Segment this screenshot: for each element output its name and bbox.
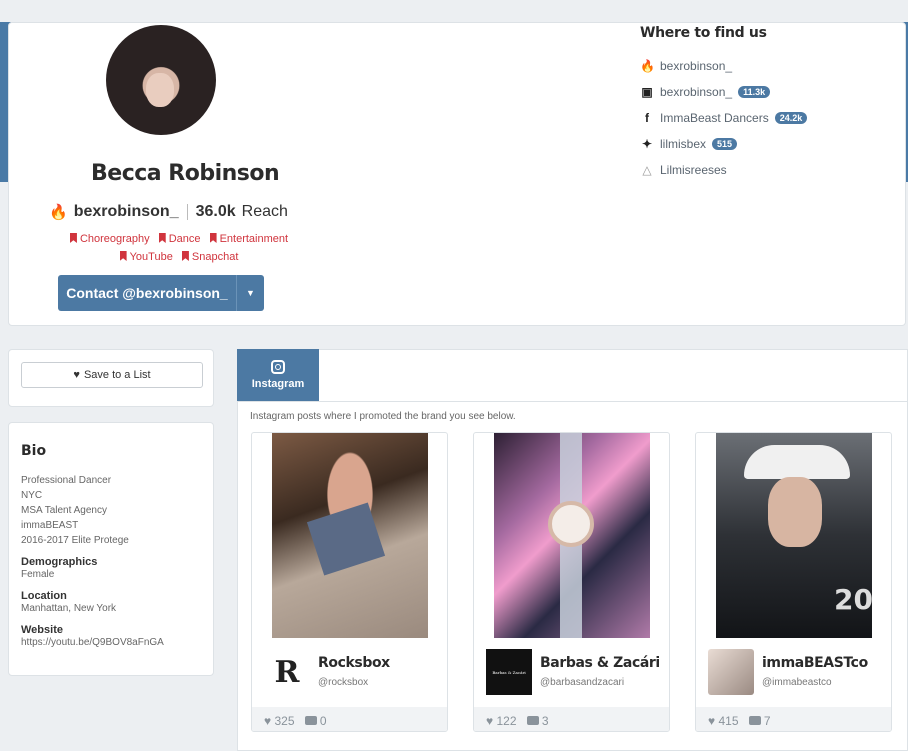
comment-icon: [526, 716, 539, 725]
find-item-twitter[interactable]: ✦ lilmisbex 515: [640, 131, 900, 157]
instagram-description: Instagram posts where I promoted the bra…: [250, 411, 516, 422]
tab-divider: [237, 401, 908, 402]
find-item-label: ImmaBeast Dancers: [660, 111, 769, 125]
post-stats: ♥ 415 7: [696, 707, 891, 731]
find-item-instagram[interactable]: ▣ bexrobinson_ 11.3k: [640, 79, 900, 105]
follower-badge: 515: [712, 138, 738, 150]
instagram-icon: ▣: [641, 85, 653, 99]
divider: [186, 204, 188, 220]
category-tags-row-2: YouTube Snapchat: [29, 251, 329, 263]
tab-label: Instagram: [251, 378, 305, 390]
instagram-icon: [271, 360, 285, 374]
save-to-list-label: Save to a List: [83, 369, 151, 381]
brand-handle[interactable]: @barbasandzacari: [540, 677, 624, 688]
bio-card: Bio Professional Dancer NYC MSA Talent A…: [8, 422, 214, 676]
facebook-icon: f: [645, 111, 649, 125]
likes: ♥ 415: [708, 714, 739, 728]
website-link[interactable]: https://youtu.be/Q9BOV8aFnGA: [21, 636, 201, 650]
flame-icon: 🔥: [640, 59, 655, 73]
bio-line: MSA Talent Agency: [21, 505, 107, 516]
likes: ♥ 122: [486, 714, 517, 728]
tab-instagram[interactable]: Instagram: [237, 349, 319, 401]
comment-icon: [748, 716, 761, 725]
profile-card: Becca Robinson 🔥 bexrobinson_ 36.0k Reac…: [8, 22, 906, 326]
save-card: ♥ Save to a List: [8, 349, 214, 407]
find-item-label: bexrobinson_: [660, 59, 733, 73]
reach-value: 36.0k: [195, 203, 236, 220]
bio-line: NYC: [21, 490, 43, 501]
brand-name[interactable]: Rocksbox: [318, 655, 390, 671]
avatar: [106, 25, 216, 135]
brand-name[interactable]: immaBEASTco: [762, 655, 868, 671]
location-value: Manhattan, New York: [21, 603, 117, 614]
tag-dance[interactable]: Dance: [158, 233, 201, 245]
bio-line: immaBEAST: [21, 520, 79, 531]
tag-snapchat[interactable]: Snapchat: [181, 251, 238, 263]
bio-line: Professional Dancer: [21, 475, 112, 486]
bio-title: Bio: [21, 443, 47, 459]
twitter-icon: ✦: [641, 137, 653, 151]
likes: ♥ 325: [264, 714, 295, 728]
find-item-flame[interactable]: 🔥 bexrobinson_: [640, 53, 900, 79]
where-to-find-us: Where to find us 🔥 bexrobinson_ ▣ bexrob…: [640, 25, 900, 183]
find-item-label: lilmisbex: [660, 137, 707, 151]
post-image[interactable]: [494, 433, 650, 638]
heart-icon: ♥: [486, 714, 494, 728]
demographics-label: Demographics: [21, 556, 98, 568]
find-item-label: bexrobinson_: [660, 85, 733, 99]
tag-entertainment[interactable]: Entertainment: [209, 233, 288, 245]
comments: 3: [526, 714, 549, 728]
bookmark-icon: [209, 233, 217, 243]
post-card[interactable]: 20 immaBEASTco @immabeastco ♥ 415 7: [695, 432, 892, 732]
follower-badge: 24.2k: [774, 112, 808, 124]
post-image[interactable]: [272, 433, 428, 638]
reach-label: Reach: [241, 203, 288, 220]
tag-youtube[interactable]: YouTube: [119, 251, 173, 263]
heart-icon: ♥: [708, 714, 716, 728]
brand-handle[interactable]: @immabeastco: [762, 677, 832, 688]
post-image[interactable]: 20: [716, 433, 873, 638]
bookmark-icon: [69, 233, 77, 243]
profile-name: Becca Robinson: [91, 161, 280, 186]
contact-dropdown-toggle[interactable]: ▼: [236, 275, 264, 311]
brand-logo: R: [274, 654, 300, 690]
where-to-find-title: Where to find us: [640, 25, 767, 41]
bio-text: Professional Dancer NYC MSA Talent Agenc…: [21, 473, 201, 548]
handle-reach-row: 🔥 bexrobinson_ 36.0k Reach: [49, 203, 288, 221]
contact-button-group: Contact @bexrobinson_ ▼: [58, 275, 264, 311]
find-item-facebook[interactable]: f ImmaBeast Dancers 24.2k: [640, 105, 900, 131]
flame-icon: 🔥: [49, 204, 68, 221]
brand-logo: Barbas & Zacári: [486, 649, 532, 695]
save-to-list-button[interactable]: ♥ Save to a List: [21, 362, 203, 388]
profile-handle: bexrobinson_: [73, 203, 179, 220]
find-item-snapchat[interactable]: △ Lilmisreeses: [640, 157, 900, 183]
contact-button[interactable]: Contact @bexrobinson_: [58, 275, 236, 311]
demographics-value: Female: [21, 569, 55, 580]
bookmark-icon: [158, 233, 166, 243]
find-item-label: Lilmisreeses: [660, 163, 727, 177]
heart-icon: ♥: [264, 714, 272, 728]
post-card[interactable]: R Rocksbox @rocksbox ♥ 325 0: [251, 432, 448, 732]
caret-down-icon: ▼: [246, 288, 255, 298]
bio-line: 2016-2017 Elite Protege: [21, 535, 129, 546]
comments: 0: [304, 714, 327, 728]
post-card[interactable]: Barbas & Zacári Barbas & Zacári @barbasa…: [473, 432, 670, 732]
category-tags-row-1: Choreography Dance Entertainment: [29, 233, 329, 245]
brand-name[interactable]: Barbas & Zacári: [540, 655, 660, 671]
comment-icon: [304, 716, 317, 725]
post-stats: ♥ 325 0: [252, 707, 447, 731]
website-label: Website: [21, 624, 63, 636]
brand-handle[interactable]: @rocksbox: [318, 677, 368, 688]
heart-icon: ♥: [73, 369, 80, 381]
location-label: Location: [21, 590, 67, 602]
post-stats: ♥ 122 3: [474, 707, 669, 731]
follower-badge: 11.3k: [738, 86, 771, 98]
comments: 7: [748, 714, 771, 728]
brand-logo: [708, 649, 754, 695]
bookmark-icon: [119, 251, 127, 261]
snapchat-icon: △: [642, 163, 652, 177]
bookmark-icon: [181, 251, 189, 261]
tag-choreography[interactable]: Choreography: [69, 233, 150, 245]
